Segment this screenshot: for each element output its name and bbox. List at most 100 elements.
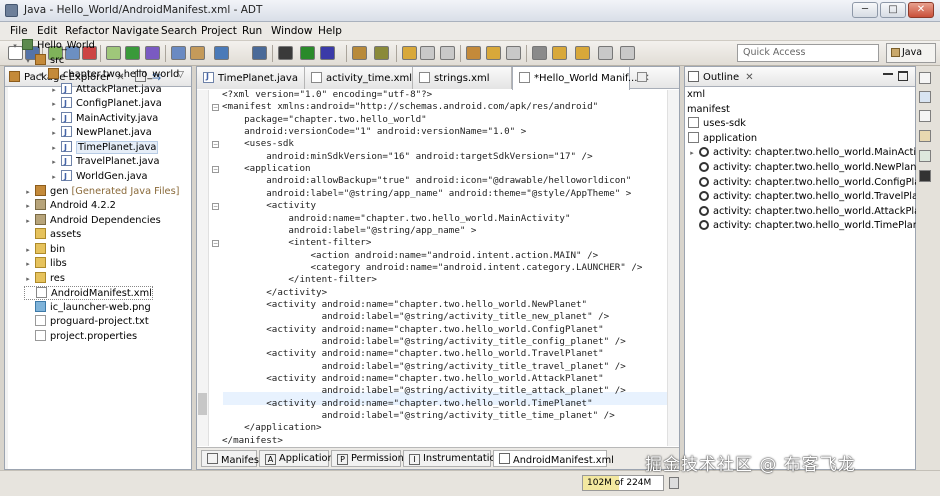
fold-toggle-icon[interactable]: − (212, 104, 219, 112)
outline-item[interactable]: activity: chapter.two.hello_world.Travel… (688, 190, 934, 204)
open-task-icon[interactable] (352, 46, 367, 60)
twisty-icon[interactable]: ▾ (24, 54, 32, 68)
run-last-icon[interactable] (300, 46, 315, 60)
ext-tools-icon[interactable] (278, 46, 293, 60)
tree-item[interactable]: ▾ chapter.two.hello_world (37, 68, 179, 82)
menu-refactor[interactable]: Refactor (65, 25, 109, 37)
twisty-icon[interactable]: ▸ (688, 146, 696, 160)
close-icon[interactable]: ✕ (745, 72, 753, 83)
restore-icon[interactable] (919, 72, 931, 84)
new-java-project-icon[interactable] (171, 46, 186, 60)
fold-toggle-icon[interactable]: − (212, 141, 219, 149)
bottom-tab[interactable]: Manifest (201, 450, 263, 467)
tree-item[interactable]: ▸ AttackPlanet.java (50, 82, 162, 97)
problems-icon[interactable] (919, 110, 931, 122)
twisty-icon[interactable]: ▸ (50, 170, 58, 184)
tasks-icon[interactable] (919, 91, 931, 103)
pin-icon[interactable] (532, 46, 547, 60)
tree-item[interactable]: ▸ res (24, 271, 65, 286)
menu-project[interactable]: Project (201, 25, 237, 37)
build-icon[interactable] (374, 46, 389, 60)
tree-item[interactable]: ▸ MainActivity.java (50, 111, 158, 126)
nav-forward-icon[interactable] (575, 46, 590, 60)
outline-item[interactable]: uses-sdk (688, 117, 746, 131)
tree-item[interactable]: project.properties (24, 330, 137, 344)
tree-item[interactable]: ▸ Android 4.2.2 (24, 199, 116, 213)
outline-item[interactable]: application (688, 131, 757, 146)
tree-item[interactable]: ▸ bin (24, 242, 65, 257)
fold-toggle-icon[interactable]: − (212, 203, 219, 211)
twisty-icon[interactable]: ▸ (24, 214, 32, 228)
new-package-icon[interactable] (190, 46, 205, 60)
back-icon[interactable] (486, 46, 501, 60)
fold-toggle-icon[interactable]: − (212, 166, 219, 174)
menu-help[interactable]: Help (318, 25, 342, 37)
bottom-tab[interactable]: AndroidManifest.xml (493, 450, 614, 467)
twisty-icon[interactable]: ▸ (50, 141, 58, 155)
prev-annotation-icon[interactable] (440, 46, 455, 60)
maximize-button[interactable]: □ (880, 2, 906, 18)
tree-item[interactable]: ▸ Android Dependencies (24, 213, 161, 228)
javadoc-icon[interactable] (919, 130, 931, 142)
nav-last-icon[interactable] (598, 46, 613, 60)
twisty-icon[interactable]: ▸ (50, 155, 58, 169)
declaration-icon[interactable] (919, 150, 931, 162)
overview-ruler[interactable] (667, 90, 679, 446)
twisty-icon[interactable]: ▸ (24, 272, 32, 286)
next-annotation-icon[interactable] (420, 46, 435, 60)
tree-item[interactable]: ic_launcher-web.png (24, 300, 151, 315)
tree-item[interactable]: ▸ TravelPlanet.java (50, 155, 159, 169)
twisty-icon[interactable]: ▸ (50, 126, 58, 140)
minimize-view-icon[interactable] (883, 71, 893, 75)
tree-item[interactable]: ▾ src (24, 53, 64, 68)
twisty-icon[interactable]: ▸ (50, 97, 58, 111)
java-perspective-button[interactable]: Java (886, 43, 936, 63)
twisty-icon[interactable]: ▸ (24, 185, 32, 199)
twisty-icon[interactable]: ▸ (50, 112, 58, 126)
twisty-icon[interactable]: ▸ (24, 243, 32, 257)
maximize-view-icon[interactable] (898, 71, 908, 81)
tree-item[interactable]: proguard-project.txt (24, 315, 149, 329)
coverage-icon[interactable] (320, 46, 335, 60)
tree-item[interactable]: ▸ NewPlanet.java (50, 126, 152, 140)
bottom-tab[interactable]: P Permissions (331, 450, 409, 467)
annotation-icon[interactable] (402, 46, 417, 60)
bottom-tab[interactable]: I Instrumentation (403, 450, 502, 467)
twisty-icon[interactable]: ▾ (37, 68, 45, 82)
tree-item[interactable]: assets (24, 228, 81, 242)
tree-item[interactable]: AndroidManifest.xml (24, 286, 153, 301)
search-icon[interactable] (252, 46, 267, 60)
tree-item[interactable]: ▸ ConfigPlanet.java (50, 97, 162, 111)
trash-icon[interactable] (669, 477, 679, 489)
twisty-icon[interactable]: ▸ (50, 83, 58, 97)
editor-tab[interactable]: activity_time.xml (305, 67, 413, 89)
outline-item[interactable]: manifest (687, 103, 730, 117)
menu-window[interactable]: Window (271, 25, 312, 37)
console-icon[interactable] (919, 170, 931, 182)
last-edit-icon[interactable] (466, 46, 481, 60)
outline-tab[interactable]: Outline ✕ (688, 71, 754, 83)
bottom-tab[interactable]: A Application (259, 450, 334, 467)
outline-item[interactable]: xml (687, 88, 705, 102)
tree-item[interactable]: ▸ libs (24, 257, 67, 271)
editor-tab[interactable]: TimePlanet.java (197, 67, 305, 89)
outline-item[interactable]: ▸ activity: chapter.two.hello_world.MainA… (688, 146, 934, 160)
menu-navigate[interactable]: Navigate (112, 25, 159, 37)
new-android-icon[interactable] (106, 46, 121, 60)
tree-item[interactable]: ▸ WorldGen.java (50, 169, 148, 184)
editor-tab[interactable]: *Hello_World Manif...✕ (512, 67, 650, 90)
twisty-icon[interactable]: ▸ (24, 199, 32, 213)
quick-access-input[interactable]: Quick Access (737, 44, 879, 62)
close-button[interactable]: ✕ (908, 2, 934, 18)
forward-icon[interactable] (506, 46, 521, 60)
tree-item[interactable]: ▸ gen [Generated Java Files] (24, 184, 180, 199)
tree-item[interactable]: ▸ TimePlanet.java (50, 140, 159, 155)
run-icon[interactable] (125, 46, 140, 60)
fold-toggle-icon[interactable]: − (212, 240, 219, 248)
tab-overflow-icon[interactable] (637, 72, 647, 82)
outline-item[interactable]: activity: chapter.two.hello_world.Attack… (688, 205, 936, 219)
nav-back-icon[interactable] (552, 46, 567, 60)
minimize-button[interactable]: ─ (852, 2, 878, 18)
twisty-icon[interactable]: ▸ (24, 257, 32, 271)
menu-edit[interactable]: Edit (37, 25, 57, 37)
